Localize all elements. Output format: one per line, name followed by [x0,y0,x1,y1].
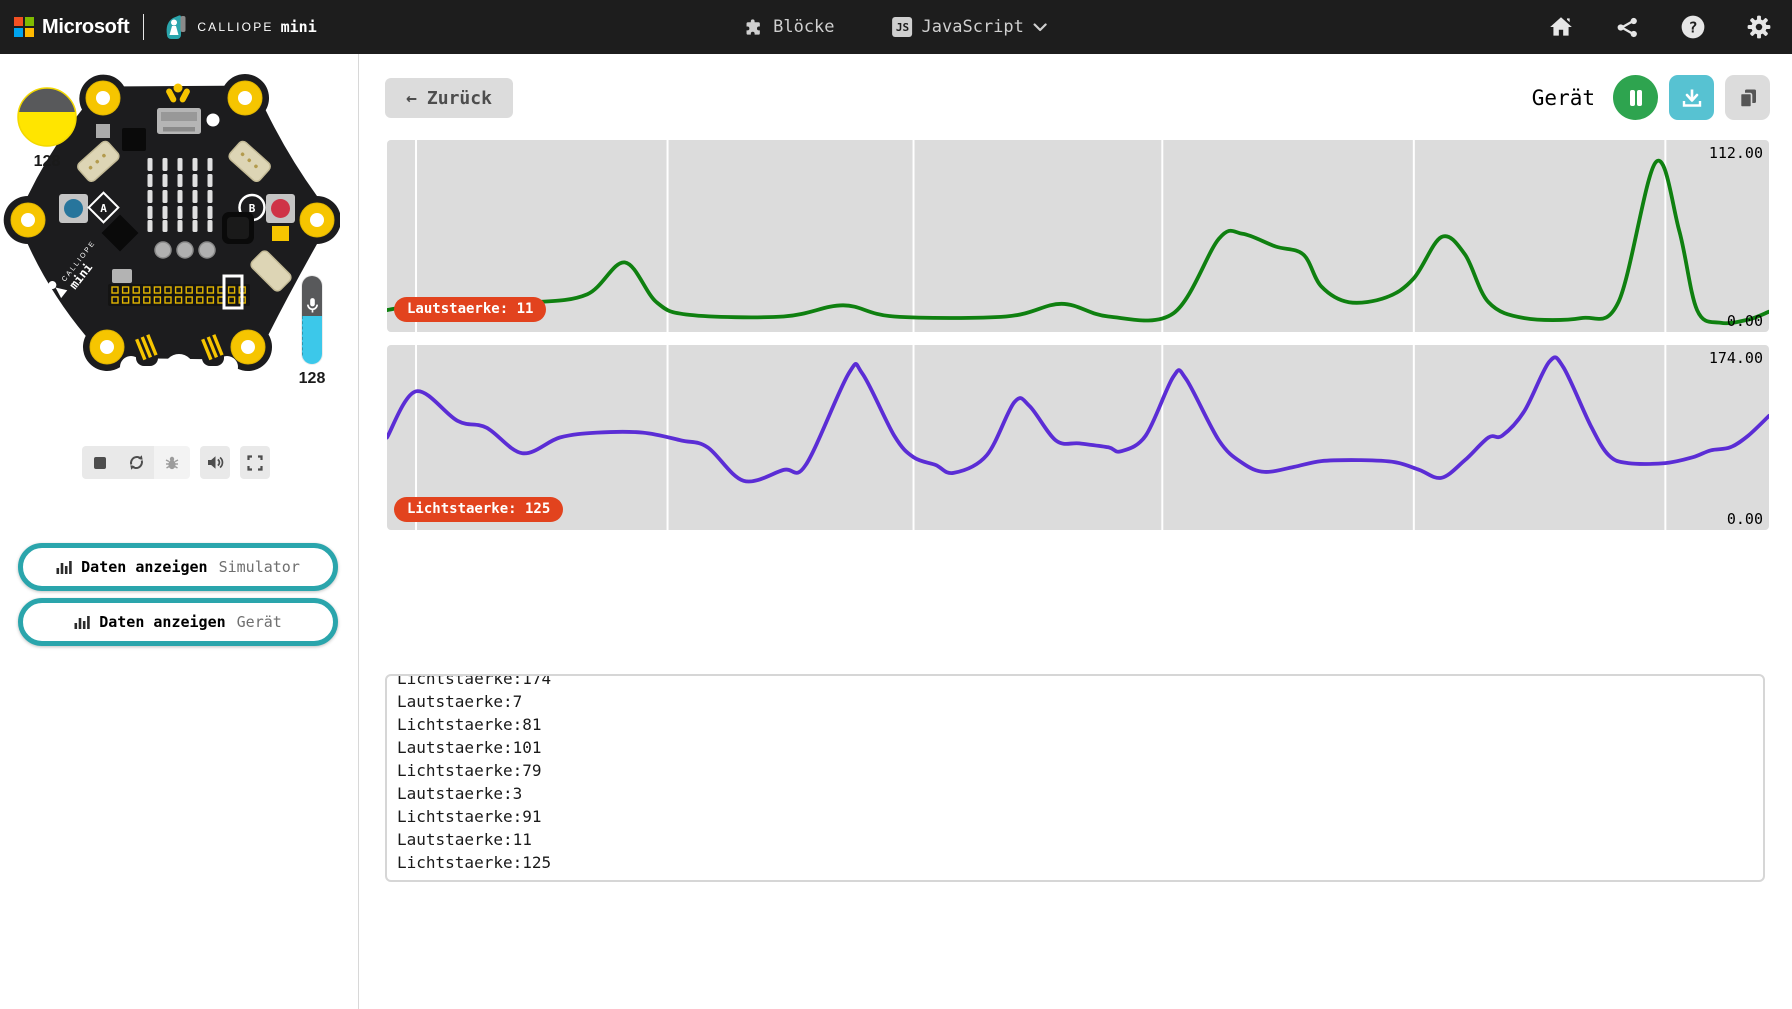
gear-icon [1746,14,1772,40]
chart-lautstaerke-ymin: 0.00 [1727,312,1763,330]
microphone-icon [306,297,319,314]
restart-simulator-button[interactable] [118,446,154,479]
component-small [112,269,132,283]
microsoft-logo-icon [14,17,34,37]
console-line: Lautstaerke:101 [397,736,1753,759]
chevron-down-icon [1033,23,1047,32]
device-label: Gerät [1532,86,1595,110]
chart-lautstaerke: 112.00 0.00 Lautstaerke: 11 [387,140,1769,332]
show-data-device-suffix: Gerät [237,613,282,631]
chart-lautstaerke-ymax: 112.00 [1709,144,1763,162]
console-line: Lautstaerke:3 [397,782,1753,805]
serial-console[interactable]: Lichtstaerke:174Lautstaerke:7Lichtstaerk… [385,674,1765,882]
speaker-icon [207,455,224,470]
microphone-fill [302,316,322,364]
home-icon [1548,14,1574,40]
device-controls: Gerät [1532,75,1770,120]
console-output: Lichtstaerke:174Lautstaerke:7Lichtstaerk… [387,674,1763,874]
microphone-level[interactable] [302,276,322,364]
back-label: Zurück [427,88,492,109]
share-icon [1615,15,1640,40]
console-line: Lichtstaerke:125 [397,851,1753,874]
bug-icon [164,455,180,471]
download-csv-button[interactable] [1669,75,1714,120]
console-line: Lichtstaerke:81 [397,713,1753,736]
chart-lichtstaerke: 174.00 0.00 Lichtstaerke: 125 [387,345,1769,530]
blocks-label: Blöcke [773,17,834,37]
calliope-logo-icon [164,14,188,40]
chart-lichtstaerke-canvas [387,345,1769,530]
rgb-led-group [155,242,215,258]
console-line: Lautstaerke:7 [397,690,1753,713]
light-sensor-value: 128 [16,153,78,171]
show-data-device-button[interactable]: Daten anzeigen Gerät [18,598,338,646]
svg-text:?: ? [1688,18,1697,36]
copy-data-button[interactable] [1725,75,1770,120]
fullscreen-button[interactable] [240,446,270,479]
home-button[interactable] [1548,14,1574,40]
microsoft-brand-text: Microsoft [42,16,129,39]
show-data-simulator-button[interactable]: Daten anzeigen Simulator [18,543,338,591]
chart-lichtstaerke-legend: Lichtstaerke: 125 [394,497,563,522]
top-bar: Microsoft CALLIOPE mini Blöcke JS JavaSc… [0,0,1792,54]
component-pad [272,226,289,241]
topbar-actions: ? [1548,0,1772,54]
javascript-dropdown[interactable]: JS JavaScript [893,17,1047,37]
brand-divider [143,14,144,40]
chart-lautstaerke-canvas [387,140,1769,332]
light-sensor-gauge[interactable] [16,86,78,148]
makecode-calliope-app: Microsoft CALLIOPE mini Blöcke JS JavaSc… [0,0,1792,1009]
mute-button[interactable] [200,446,230,479]
bar-chart-icon [74,614,90,630]
status-led [207,114,220,127]
show-data-simulator-suffix: Simulator [219,558,300,576]
simulator-controls [82,446,270,479]
pause-recording-button[interactable] [1613,75,1658,120]
stop-icon [93,456,107,470]
microphone-indicator-top [302,276,322,316]
data-viewer: ← Zurück Gerät [359,54,1792,1009]
product-name: CALLIOPE [197,20,273,34]
download-icon [1681,87,1703,109]
javascript-icon: JS [893,17,913,37]
stop-simulator-button[interactable] [82,446,118,479]
copy-icon [1737,87,1759,109]
microphone-value: 128 [288,370,336,388]
pause-icon [1627,89,1645,107]
back-button[interactable]: ← Zurück [385,78,513,118]
debug-button[interactable] [154,446,190,479]
product-variant: mini [281,18,317,36]
bar-chart-icon [56,559,72,575]
usb-connector [157,108,201,134]
help-icon: ? [1680,14,1706,40]
settings-button[interactable] [1746,14,1772,40]
chart-lichtstaerke-ymin: 0.00 [1727,510,1763,528]
share-button[interactable] [1614,14,1640,40]
show-data-simulator-label: Daten anzeigen [81,558,207,576]
brand-area[interactable]: Microsoft CALLIOPE mini [14,0,317,54]
simulator-sidebar: A B [0,54,359,1009]
help-button[interactable]: ? [1680,14,1706,40]
console-line: Lichtstaerke:174 [397,674,1753,690]
chart-lautstaerke-legend: Lautstaerke: 11 [394,297,546,322]
javascript-label: JavaScript [922,17,1024,37]
fullscreen-icon [247,455,263,471]
component-chip [96,124,110,138]
button-a-label: A [100,202,107,215]
console-line: Lichtstaerke:91 [397,805,1753,828]
console-line: Lautstaerke:11 [397,828,1753,851]
blocks-button[interactable]: Blöcke [745,17,834,37]
radio-chip [222,212,254,244]
editor-toggle: Blöcke JS JavaScript [745,0,1047,54]
puzzle-icon [745,18,764,37]
processor-chip [122,128,146,151]
console-line: Lichtstaerke:79 [397,759,1753,782]
show-data-device-label: Daten anzeigen [99,613,225,631]
restart-icon [128,454,145,471]
chart-lichtstaerke-ymax: 174.00 [1709,349,1763,367]
back-arrow-icon: ← [406,88,417,109]
